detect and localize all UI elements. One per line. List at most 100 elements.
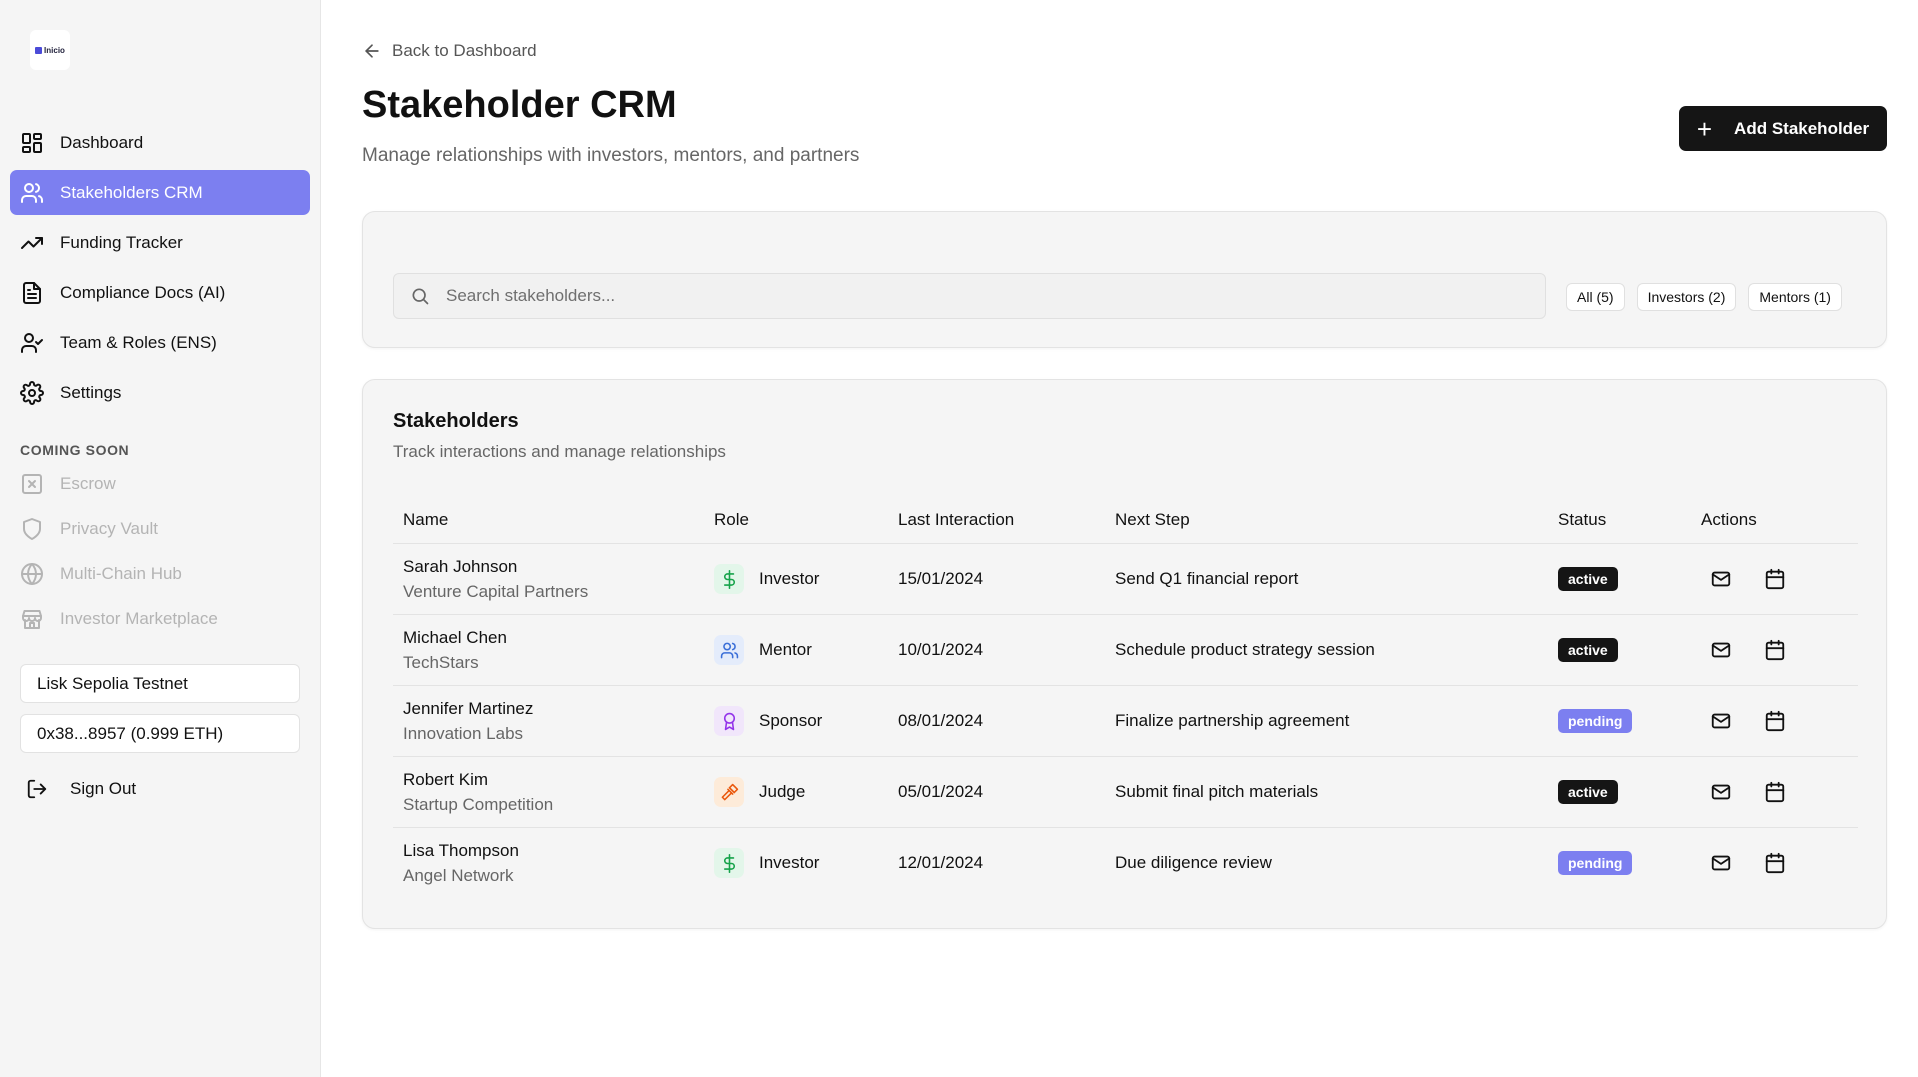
status-badge: pending bbox=[1558, 851, 1633, 875]
last-interaction: 10/01/2024 bbox=[898, 640, 984, 659]
status-badge: pending bbox=[1558, 709, 1633, 733]
stakeholder-role: Sponsor bbox=[759, 711, 823, 730]
stakeholder-org: Angel Network bbox=[403, 866, 514, 885]
calendar-icon[interactable] bbox=[1764, 639, 1786, 661]
globe-icon bbox=[21, 562, 43, 585]
sidebar-item-label: Dashboard bbox=[60, 132, 144, 152]
sidebar-item-label: Investor Marketplace bbox=[60, 608, 218, 628]
plus-icon: + bbox=[1696, 113, 1713, 144]
stakeholder-role: Judge bbox=[759, 782, 806, 801]
sidebar-item-stakeholders-crm[interactable]: Stakeholders CRM bbox=[10, 170, 310, 215]
stakeholder-name: Michael Chen bbox=[403, 628, 507, 647]
filter-all[interactable]: All (5) bbox=[1566, 283, 1625, 311]
gavel-icon bbox=[714, 777, 744, 807]
logo-text: Inicio bbox=[44, 45, 65, 55]
coming-soon-label: COMING SOON bbox=[20, 442, 130, 458]
add-stakeholder-label: Add Stakeholder bbox=[1734, 118, 1870, 138]
table-row: Sarah Johnson Venture Capital Partners I… bbox=[393, 544, 1858, 615]
search-icon bbox=[412, 288, 429, 305]
stakeholder-role: Mentor bbox=[759, 640, 812, 659]
calendar-icon[interactable] bbox=[1764, 852, 1786, 874]
table-row: Michael Chen TechStars Mentor 10/01/2024… bbox=[393, 615, 1858, 686]
logo-mark bbox=[35, 46, 43, 54]
sidebar-item-funding-tracker[interactable]: Funding Tracker bbox=[10, 220, 310, 265]
email-icon[interactable] bbox=[1710, 852, 1732, 874]
back-label: Back to Dashboard bbox=[392, 41, 537, 60]
last-interaction: 15/01/2024 bbox=[898, 569, 984, 588]
table-header: Name Role Last Interaction Next Step Sta… bbox=[393, 498, 1858, 544]
sidebar-item-label: Escrow bbox=[60, 473, 116, 493]
add-stakeholder-button[interactable]: + Add Stakeholder bbox=[1679, 106, 1887, 151]
log-out-icon bbox=[27, 779, 47, 799]
layout-grid-icon bbox=[22, 132, 42, 153]
stakeholder-org: Innovation Labs bbox=[403, 724, 524, 743]
status-badge: active bbox=[1558, 638, 1618, 662]
award-icon bbox=[714, 706, 744, 736]
table-row: Robert Kim Startup Competition Judge 05/… bbox=[393, 757, 1858, 828]
stakeholder-name: Lisa Thompson bbox=[403, 841, 519, 860]
filter-group: All (5) Investors (2) Mentors (1) bbox=[1566, 283, 1854, 311]
main-nav: Dashboard Stakeholders CRM Funding Track… bbox=[10, 120, 310, 420]
email-icon[interactable] bbox=[1710, 710, 1732, 732]
stakeholder-role: Investor bbox=[759, 853, 820, 872]
sidebar-item-label: Stakeholders CRM bbox=[60, 182, 203, 202]
sidebar-item-compliance-docs[interactable]: Compliance Docs (AI) bbox=[10, 270, 310, 315]
sidebar-item-label: Settings bbox=[60, 382, 122, 402]
filter-mentors[interactable]: Mentors (1) bbox=[1748, 283, 1842, 311]
sidebar-item-investor-marketplace: Investor Marketplace bbox=[10, 596, 310, 641]
sidebar-item-label: Privacy Vault bbox=[60, 518, 158, 538]
calendar-icon[interactable] bbox=[1764, 568, 1786, 590]
next-step: Schedule product strategy session bbox=[1115, 640, 1375, 659]
column-header-role: Role bbox=[714, 510, 749, 529]
sidebar-item-label: Team & Roles (ENS) bbox=[60, 332, 217, 352]
dollar-icon bbox=[714, 848, 744, 878]
column-header-name: Name bbox=[403, 510, 449, 529]
sidebar-item-privacy-vault: Privacy Vault bbox=[10, 506, 310, 551]
user-check-icon bbox=[21, 332, 43, 353]
next-step: Due diligence review bbox=[1115, 853, 1272, 872]
file-text-icon bbox=[23, 281, 41, 304]
sidebar-item-settings[interactable]: Settings bbox=[10, 370, 310, 415]
dollar-icon bbox=[714, 564, 744, 594]
stakeholder-name: Sarah Johnson bbox=[403, 557, 518, 576]
email-icon[interactable] bbox=[1710, 568, 1732, 590]
sidebar-item-dashboard[interactable]: Dashboard bbox=[10, 120, 310, 165]
last-interaction: 12/01/2024 bbox=[898, 853, 984, 872]
stakeholder-org: TechStars bbox=[403, 653, 479, 672]
filter-investors[interactable]: Investors (2) bbox=[1636, 283, 1737, 311]
email-icon[interactable] bbox=[1710, 781, 1732, 803]
stakeholder-name: Robert Kim bbox=[403, 770, 489, 789]
wallet-button[interactable]: 0x38...8957 (0.999 ETH) bbox=[20, 714, 300, 753]
table-title: Stakeholders bbox=[393, 410, 519, 432]
stakeholders-card: Stakeholders Track interactions and mana… bbox=[362, 379, 1887, 929]
network-label: Lisk Sepolia Testnet bbox=[37, 673, 188, 693]
column-header-last-interaction: Last Interaction bbox=[898, 510, 1015, 529]
gear-icon bbox=[20, 380, 44, 405]
network-selector[interactable]: Lisk Sepolia Testnet bbox=[20, 664, 300, 703]
status-badge: active bbox=[1558, 780, 1618, 804]
sidebar-item-label: Compliance Docs (AI) bbox=[60, 282, 226, 302]
email-icon[interactable] bbox=[1710, 639, 1732, 661]
search-box[interactable] bbox=[393, 273, 1546, 319]
users-icon bbox=[714, 635, 744, 665]
search-card: All (5) Investors (2) Mentors (1) bbox=[362, 211, 1887, 348]
sidebar-item-escrow: Escrow bbox=[10, 461, 310, 506]
sign-out-button[interactable]: Sign Out bbox=[20, 770, 136, 808]
calendar-icon[interactable] bbox=[1764, 710, 1786, 732]
shield-icon bbox=[23, 517, 41, 540]
stakeholder-org: Startup Competition bbox=[403, 795, 554, 814]
column-header-next-step: Next Step bbox=[1115, 510, 1190, 529]
page-title: Stakeholder CRM bbox=[362, 84, 677, 126]
search-input[interactable] bbox=[446, 286, 1526, 306]
app-logo[interactable]: Inicio bbox=[30, 30, 70, 70]
sidebar-item-team-roles[interactable]: Team & Roles (ENS) bbox=[10, 320, 310, 365]
trending-up-icon bbox=[21, 236, 43, 249]
table-row: Jennifer Martinez Innovation Labs Sponso… bbox=[393, 686, 1858, 757]
x-square-icon bbox=[22, 473, 42, 494]
sidebar-item-label: Multi-Chain Hub bbox=[60, 563, 182, 583]
stakeholder-role: Investor bbox=[759, 569, 820, 588]
calendar-icon[interactable] bbox=[1764, 781, 1786, 803]
store-icon bbox=[22, 609, 42, 629]
sidebar: Inicio Dashboard Stakeholders CRM Fundin… bbox=[0, 0, 321, 1077]
back-to-dashboard-link[interactable]: Back to Dashboard bbox=[362, 41, 537, 61]
